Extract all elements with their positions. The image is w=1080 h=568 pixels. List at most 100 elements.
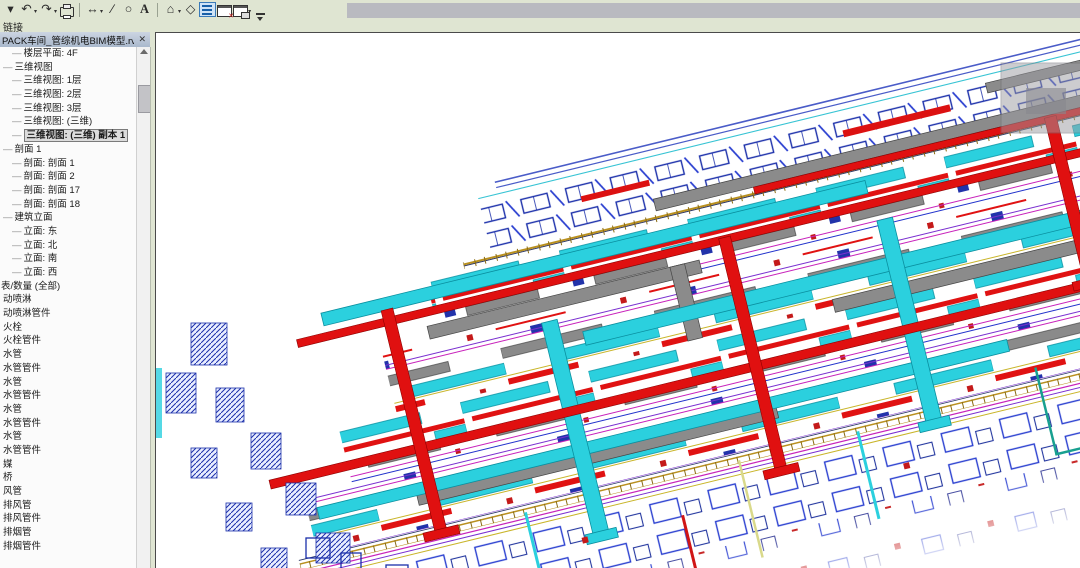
quick-access-toolbar: ▾↶▾↷▾↔▾∕○A⌂▾◇▾ <box>0 0 1080 19</box>
tree-item[interactable]: —三维视图: 1层 <box>0 74 136 88</box>
tree-item-label: 水管管件 <box>3 363 41 374</box>
tree-branch-line: — <box>12 116 22 127</box>
thin-lines-toggle[interactable] <box>199 2 216 18</box>
tree-branch-line: — <box>12 89 22 100</box>
print-button[interactable] <box>59 2 74 18</box>
tree-item-label: 三维视图: 1层 <box>24 75 82 86</box>
tree-branch-line: — <box>12 185 22 196</box>
tree-item-label: 水管 <box>3 349 22 360</box>
ghost-element <box>1001 63 1080 133</box>
tree-item[interactable]: —三维视图: (三维) 副本 1 <box>0 129 136 143</box>
customize-qat-button[interactable] <box>253 2 268 18</box>
tree-item[interactable]: —三维视图: 3层 <box>0 102 136 116</box>
tree-item[interactable]: 排风管件 <box>0 512 136 526</box>
tree-item[interactable]: 桥 <box>0 471 136 485</box>
tree-branch-line: — <box>12 130 22 141</box>
tree-item-label: 剖面: 剖面 1 <box>24 158 75 169</box>
text-button[interactable]: A <box>137 2 152 18</box>
tree-item[interactable]: —立面: 西 <box>0 266 136 280</box>
default-3d-view-button-dropdown-icon[interactable]: ▾ <box>178 8 181 15</box>
project-browser-panel: —楼层平面: 4F—三维视图—三维视图: 1层—三维视图: 2层—三维视图: 3… <box>0 47 151 568</box>
measure-button-dropdown-icon[interactable]: ▾ <box>100 8 103 15</box>
tree-item[interactable]: —剖面: 剖面 2 <box>0 170 136 184</box>
tree-item[interactable]: 火栓管件 <box>0 334 136 348</box>
tree-item[interactable]: 水管管件 <box>0 444 136 458</box>
tree-item-label: 三维视图: 2层 <box>24 89 82 100</box>
tree-item[interactable]: 水管管件 <box>0 417 136 431</box>
undo-button-dropdown-icon[interactable]: ▾ <box>34 8 37 15</box>
tree-item[interactable]: 动喷淋管件 <box>0 307 136 321</box>
default-3d-view-button[interactable]: ⌂ <box>163 2 178 18</box>
tree-item-label: 火栓管件 <box>3 335 41 346</box>
panel-scrollbar[interactable] <box>136 47 151 568</box>
tree-item[interactable]: —三维视图: (三维) <box>0 115 136 129</box>
tree-item[interactable]: 水管 <box>0 348 136 362</box>
tree-item[interactable]: 排风管 <box>0 499 136 513</box>
tree-item[interactable]: —剖面 1 <box>0 143 136 157</box>
redo-button-dropdown-icon[interactable]: ▾ <box>54 8 57 15</box>
tree-item[interactable]: 动喷淋 <box>0 293 136 307</box>
tree-item[interactable]: —三维视图: 2层 <box>0 88 136 102</box>
tree-branch-line: — <box>12 75 22 86</box>
tree-branch-line: — <box>3 144 13 155</box>
tree-item[interactable]: —立面: 南 <box>0 252 136 266</box>
tree-branch-line: — <box>3 212 13 223</box>
tree-item[interactable]: 表/数量 (全部) <box>0 280 136 294</box>
scrollbar-up-arrow-icon[interactable] <box>140 49 148 54</box>
tree-item[interactable]: 水管 <box>0 403 136 417</box>
edge-duct <box>156 368 162 438</box>
tree-item-label: 水管 <box>3 377 22 388</box>
3d-viewport[interactable] <box>155 32 1080 568</box>
redo-button[interactable]: ↷ <box>39 2 54 18</box>
close-hidden-windows-button[interactable] <box>217 2 232 18</box>
close-icon[interactable]: ✕ <box>134 34 150 45</box>
switch-windows-button[interactable] <box>233 2 248 18</box>
tag-by-category-button[interactable]: ○ <box>121 2 136 18</box>
tree-item[interactable]: 排烟管 <box>0 526 136 540</box>
tree-item-label: 剖面 1 <box>15 144 42 155</box>
tree-item-label: 表/数量 (全部) <box>1 281 60 292</box>
tree-item[interactable]: 水管 <box>0 430 136 444</box>
tree-branch-line: — <box>12 253 22 264</box>
model-canvas[interactable] <box>156 33 1080 568</box>
tree-item[interactable]: 水管管件 <box>0 362 136 376</box>
measure-button[interactable]: ↔ <box>85 2 100 18</box>
tree-item[interactable]: 火栓 <box>0 321 136 335</box>
undo-button[interactable]: ↶ <box>19 2 34 18</box>
tree-item-label-selected: 三维视图: (三维) 副本 1 <box>24 129 129 142</box>
tree-branch-line: — <box>12 240 22 251</box>
tree-item-label: 水管管件 <box>3 418 41 429</box>
tree-item-label: 剖面: 剖面 2 <box>24 171 75 182</box>
tree-item[interactable]: —剖面: 剖面 1 <box>0 157 136 171</box>
tree-item[interactable]: —建筑立面 <box>0 211 136 225</box>
tree-item[interactable]: —剖面: 剖面 18 <box>0 198 136 212</box>
tree-item-label: 动喷淋 <box>3 294 32 305</box>
toolbar-overflow-arrow-icon[interactable]: ▾ <box>3 2 18 18</box>
tree-item[interactable]: 水管 <box>0 376 136 390</box>
tree-item-label: 立面: 南 <box>24 253 58 264</box>
tree-item-label: 剖面: 剖面 18 <box>24 199 81 210</box>
tree-item-label: 剖面: 剖面 17 <box>24 185 81 196</box>
tree-item[interactable]: 排烟管件 <box>0 540 136 554</box>
section-button[interactable]: ◇ <box>183 2 198 18</box>
tree-branch-line: — <box>12 103 22 114</box>
tree-item[interactable]: 水管管件 <box>0 389 136 403</box>
tree-item[interactable]: —立面: 北 <box>0 239 136 253</box>
tree-item-label: 水管管件 <box>3 390 41 401</box>
tree-item[interactable]: —剖面: 剖面 17 <box>0 184 136 198</box>
scrollbar-thumb[interactable] <box>138 85 151 113</box>
tree-item-label: 楼层平面: 4F <box>24 48 78 59</box>
tree-item-label: 立面: 北 <box>24 240 58 251</box>
tree-branch-line: — <box>3 62 13 73</box>
tree-branch-line: — <box>12 226 22 237</box>
tree-item[interactable]: —立面: 东 <box>0 225 136 239</box>
tree-item[interactable]: —三维视图 <box>0 61 136 75</box>
project-browser-tab[interactable]: PACK车间_管综机电BIM模型.rvt ✕ <box>0 32 150 48</box>
tree-item[interactable]: —楼层平面: 4F <box>0 47 136 61</box>
tree-item[interactable]: 风管 <box>0 485 136 499</box>
tree-branch-line: — <box>12 48 22 59</box>
tree-item[interactable]: 媒 <box>0 458 136 472</box>
toolbar-separator <box>79 3 80 17</box>
aligned-dimension-button[interactable]: ∕ <box>105 2 120 18</box>
project-browser-tree: —楼层平面: 4F—三维视图—三维视图: 1层—三维视图: 2层—三维视图: 3… <box>0 47 136 553</box>
